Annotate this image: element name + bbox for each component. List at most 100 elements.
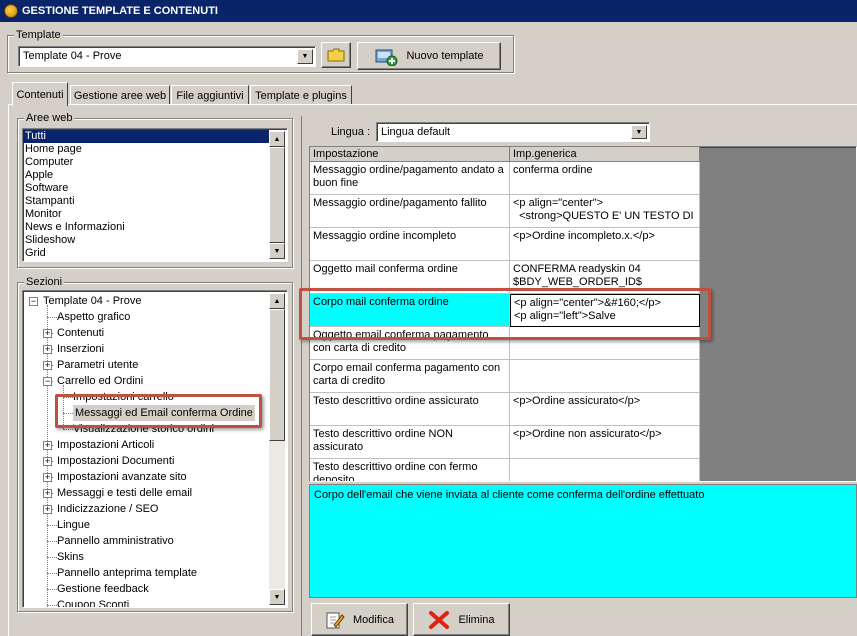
tree-item[interactable]: + Parametri utente [23,357,269,373]
tree-item-label: Coupon Sconti [57,599,130,608]
tab-gestione-aree-web[interactable]: Gestione aree web [70,85,170,105]
tree-item[interactable]: + Impostazioni Articoli [23,437,269,453]
tree-item[interactable]: Pannello amministrativo [23,533,269,549]
tree-item[interactable]: Skins [23,549,269,565]
tree-root-label: Template 04 - Prove [43,295,142,307]
tree-item-label: Lingue [57,519,91,531]
description-box: Corpo dell'email che viene inviata al cl… [309,484,857,598]
tree-line [47,605,57,606]
expand-icon[interactable]: + [43,473,52,482]
grid-cell-value[interactable]: conferma ordine [510,162,700,195]
description-text: Corpo dell'email che viene inviata al cl… [314,489,705,501]
tree-item[interactable]: + Impostazioni Documenti [23,453,269,469]
app-icon [4,4,18,18]
grid-cell-value[interactable] [510,360,700,393]
lingua-label: Lingua : [331,126,371,138]
tree-item[interactable]: Lingue [23,517,269,533]
aree-web-item[interactable]: Slideshow [23,234,269,247]
grid-cell-value[interactable]: <p>Ordine assicurato</p> [510,393,700,426]
collapse-icon[interactable]: − [29,297,38,306]
tree-item[interactable]: + Indicizzazione / SEO [23,501,269,517]
aree-web-scrollbar[interactable]: ▲ ▼ [269,131,285,259]
tree-item-label: Impostazioni Documenti [57,455,175,467]
tab-label: File aggiuntivi [176,89,244,102]
elimina-button[interactable]: Elimina [413,603,510,636]
expand-icon[interactable]: + [43,457,52,466]
tree-item-label: Indicizzazione / SEO [57,503,159,515]
callout-highlight-tree [55,394,262,428]
tree-item[interactable]: + Messaggi e testi delle email [23,485,269,501]
scroll-down-icon[interactable]: ▼ [269,243,285,259]
modifica-button[interactable]: Modifica [311,603,408,636]
expand-icon[interactable]: + [43,441,52,450]
tree-item[interactable]: + Inserzioni [23,341,269,357]
new-template-icon [375,49,398,66]
grid-cell-setting[interactable]: Testo descrittivo ordine con fermo depos… [310,459,510,481]
tree-item[interactable]: + Contenuti [23,325,269,341]
aree-web-item[interactable]: Computer [23,156,269,169]
modifica-label: Modifica [353,613,394,626]
grid-cell-setting[interactable]: Messaggio ordine/pagamento andato a buon… [310,162,510,195]
expand-icon[interactable]: + [43,489,52,498]
scroll-down-icon[interactable]: ▼ [269,589,285,605]
tab-file-aggiuntivi[interactable]: File aggiuntivi [171,85,249,105]
tab-label: Contenuti [16,88,64,101]
tree-line [47,589,57,590]
scroll-thumb[interactable] [269,309,285,441]
tree-item[interactable]: Pannello anteprima template [23,565,269,581]
column-header-impostazione[interactable]: Impostazione [310,147,510,162]
tab-contenuti[interactable]: Contenuti [12,82,68,106]
chevron-down-icon[interactable]: ▼ [631,125,647,139]
grid-cell-setting[interactable]: Testo descrittivo ordine NON assicurato [310,426,510,459]
template-select[interactable]: Template 04 - Prove ▼ [18,46,316,67]
tree-item[interactable]: − Carrello ed Ordini [23,373,269,389]
sezioni-scrollbar[interactable]: ▲ ▼ [269,293,285,605]
elimina-label: Elimina [458,613,495,626]
aree-web-item[interactable]: News e Informazioni [23,221,269,234]
expand-icon[interactable]: + [43,329,52,338]
expand-icon[interactable]: + [43,345,52,354]
tree-item[interactable]: Gestione feedback [23,581,269,597]
new-template-button[interactable]: Nuovo template [357,42,501,70]
grid-cell-setting[interactable]: Messaggio ordine/pagamento fallito [310,195,510,228]
tree-item[interactable]: Coupon Sconti [23,597,269,608]
expand-icon[interactable]: + [43,361,52,370]
aree-web-item[interactable]: Tutti [23,130,269,143]
grid-cell-setting[interactable]: Testo descrittivo ordine assicurato [310,393,510,426]
tree-item-label: Pannello anteprima template [57,567,198,579]
tree-line [47,317,57,318]
tab-label: Template e plugins [255,89,347,102]
sezioni-tree[interactable]: − Template 04 - Prove Aspetto grafico + Cont… [22,290,288,608]
lingua-select[interactable]: Lingua default ▼ [376,122,650,142]
expand-icon[interactable]: + [43,505,52,514]
aree-web-item[interactable]: Home page [23,143,269,156]
aree-web-item[interactable]: Apple [23,169,269,182]
aree-web-list[interactable]: Tutti Home page Computer Apple Software Stamp… [22,128,288,262]
aree-web-item[interactable]: Stampanti [23,195,269,208]
grid-cell-value[interactable]: <p align="center"> <strong>QUESTO E' UN … [510,195,700,228]
grid-cell-setting[interactable]: Corpo email conferma pagamento con carta… [310,360,510,393]
aree-web-item[interactable]: Software [23,182,269,195]
tree-item[interactable]: + Impostazioni avanzate sito [23,469,269,485]
chevron-down-icon[interactable]: ▼ [297,49,313,64]
scroll-up-icon[interactable]: ▲ [269,131,285,147]
scroll-thumb[interactable] [269,147,285,243]
callout-highlight-grid [299,288,711,340]
tree-line [47,573,57,574]
tab-label: Gestione aree web [73,89,167,102]
aree-web-label: Aree web [24,111,75,125]
tab-template-e-plugins[interactable]: Template e plugins [250,85,352,105]
tree-item-label: Impostazioni Articoli [57,439,155,451]
scroll-up-icon[interactable]: ▲ [269,293,285,309]
column-header-imp-generica[interactable]: Imp.generica [510,147,700,162]
grid-cell-value[interactable]: <p>Ordine non assicurato</p> [510,426,700,459]
collapse-icon[interactable]: − [43,377,52,386]
aree-web-item[interactable]: Monitor [23,208,269,221]
grid-cell-value[interactable] [510,459,700,481]
grid-cell-value[interactable]: <p>Ordine incompleto.x.</p> [510,228,700,261]
tree-item[interactable]: Aspetto grafico [23,309,269,325]
grid-cell-setting[interactable]: Messaggio ordine incompleto [310,228,510,261]
aree-web-item[interactable]: Grid [23,247,269,260]
open-folder-button[interactable] [321,42,351,68]
tree-line [63,429,73,430]
